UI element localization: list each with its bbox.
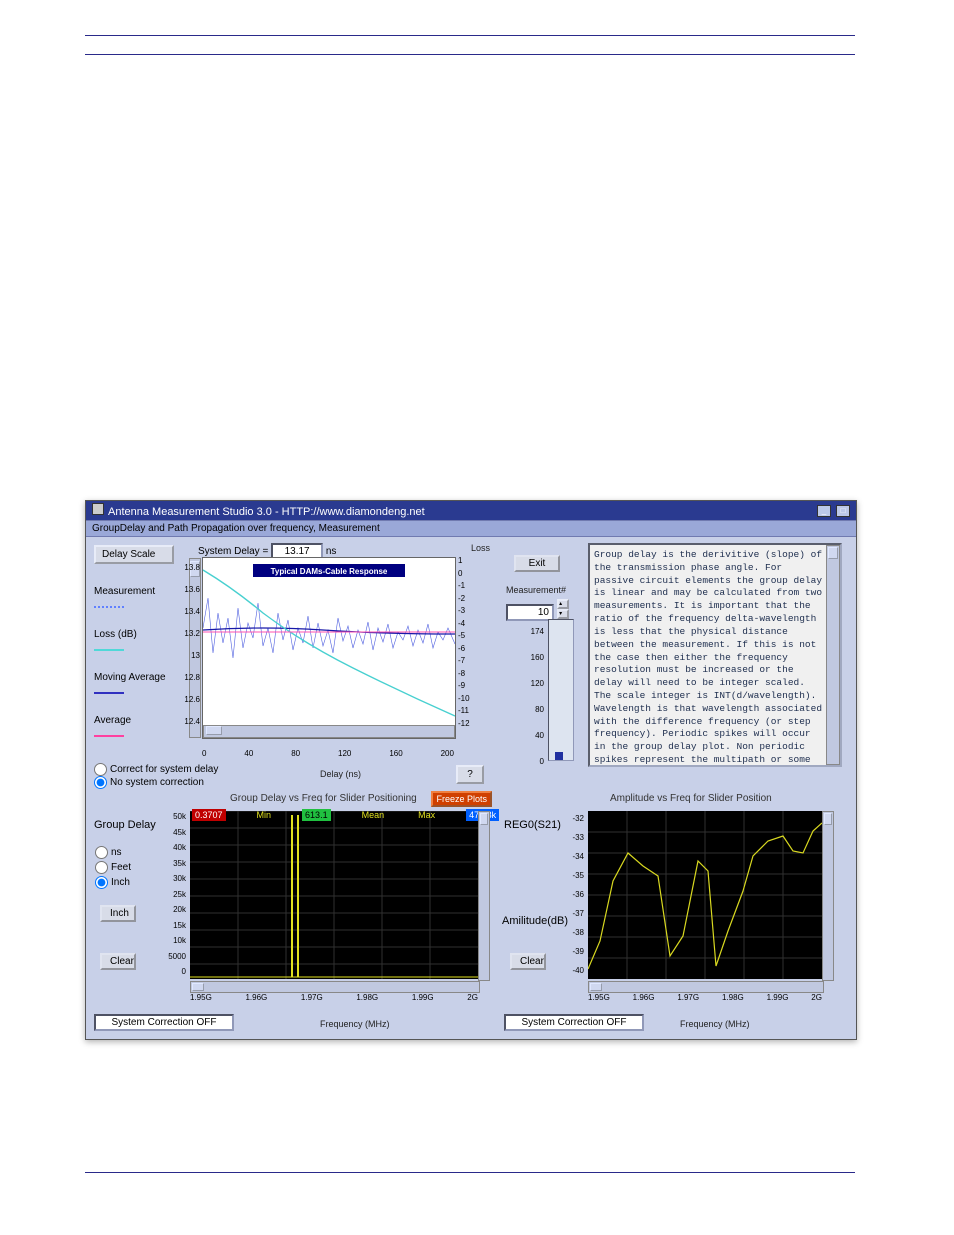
meas-up-button[interactable]: ▴ bbox=[557, 599, 569, 609]
exit-button[interactable]: Exit bbox=[514, 555, 560, 572]
meas-down-button[interactable]: ▾ bbox=[557, 609, 569, 619]
moving-avg-swatch bbox=[94, 692, 124, 694]
window-subtitle: GroupDelay and Path Propagation over fre… bbox=[86, 520, 856, 537]
info-textbox[interactable]: Group delay is the derivitive (slope) of… bbox=[588, 543, 842, 767]
group-delay-chart: 0.3707 Min 613.1 Mean Max 47.08k bbox=[190, 811, 478, 979]
loss-db-label: Loss (dB) bbox=[94, 629, 174, 640]
left-y-ticks: 13.813.613.413.21312.812.612.4 bbox=[178, 557, 200, 733]
gd-vscroll[interactable] bbox=[478, 811, 490, 981]
gd-x-ticks: 1.95G1.96G1.97G1.98G1.99G2G bbox=[190, 993, 478, 1002]
top-x-ticks: 04080120160200 bbox=[202, 749, 454, 758]
freeze-plots-button[interactable]: Freeze Plots bbox=[431, 791, 492, 807]
loss-axis-label: Loss bbox=[471, 543, 490, 553]
unit-feet-radio[interactable] bbox=[95, 861, 108, 874]
minimize-button[interactable]: _ bbox=[817, 505, 831, 517]
unit-inch-radio[interactable] bbox=[95, 876, 108, 889]
delay-scale-button[interactable]: Delay Scale bbox=[94, 545, 174, 564]
measurement-label: Measurement bbox=[94, 586, 174, 597]
amp-vscroll[interactable] bbox=[822, 811, 834, 981]
maximize-button[interactable]: □ bbox=[836, 505, 850, 517]
right-y-ticks: 10-1-2-3-4-5-6-7-8-9-10-11-12 bbox=[458, 555, 470, 730]
reg-label: REG0(S21) bbox=[504, 819, 561, 831]
min-value: 0.3707 bbox=[192, 809, 226, 821]
svg-text:Typical DAMs-Cable Response: Typical DAMs-Cable Response bbox=[271, 567, 388, 576]
gd-xlabel: Frequency (MHz) bbox=[320, 1019, 390, 1029]
app-icon bbox=[92, 503, 104, 515]
amp-chart-title: Amplitude vs Freq for Slider Position bbox=[610, 793, 772, 804]
mean-value: 613.1 bbox=[302, 809, 331, 821]
group-delay-label: Group Delay bbox=[94, 819, 156, 831]
correct-delay-radio[interactable] bbox=[94, 763, 107, 776]
amp-xlabel: Frequency (MHz) bbox=[680, 1019, 750, 1029]
status-right: System Correction OFF bbox=[504, 1014, 644, 1031]
measurement-num-label: Measurement# bbox=[506, 585, 566, 595]
gd-hscroll[interactable] bbox=[190, 981, 480, 993]
delay-xlabel: Delay (ns) bbox=[320, 769, 361, 779]
unit-ns-radio[interactable] bbox=[95, 846, 108, 859]
system-delay-unit: ns bbox=[326, 546, 337, 557]
amp-x-ticks: 1.95G1.96G1.97G1.98G1.99G2G bbox=[588, 993, 822, 1002]
amplitude-label: Amilitude(dB) bbox=[502, 915, 568, 927]
average-label: Average bbox=[94, 715, 174, 726]
system-delay-chart: Typical DAMs-Cable Response bbox=[202, 557, 456, 739]
group-delay-chart-title: Group Delay vs Freq for Slider Positioni… bbox=[230, 793, 417, 804]
measurement-swatch bbox=[94, 606, 124, 608]
amplitude-chart bbox=[588, 811, 822, 979]
loss-swatch bbox=[94, 649, 124, 651]
thermo-ticks: 17416012080400 bbox=[524, 619, 544, 775]
gd-y-ticks: 50k45k40k35k30k25k20k15k10k50000 bbox=[162, 809, 186, 980]
mean-label: Mean bbox=[359, 809, 388, 821]
system-delay-label: System Delay = bbox=[198, 546, 268, 557]
moving-avg-label: Moving Average bbox=[94, 672, 174, 683]
max-label: Max bbox=[415, 809, 438, 821]
status-left: System Correction OFF bbox=[94, 1014, 234, 1031]
clear-button-right[interactable]: Clear bbox=[510, 953, 546, 970]
amp-hscroll[interactable] bbox=[588, 981, 824, 993]
no-correction-radio[interactable] bbox=[94, 776, 107, 789]
average-swatch bbox=[94, 735, 124, 737]
amp-y-ticks: -32-33-34-35-36-37-38-39-40 bbox=[564, 809, 584, 980]
clear-button-left[interactable]: Clear bbox=[100, 953, 136, 970]
inch-button[interactable]: Inch bbox=[100, 905, 136, 922]
min-label: Min bbox=[254, 809, 275, 821]
window-title: Antenna Measurement Studio 3.0 - HTTP://… bbox=[108, 506, 425, 518]
measurement-gauge bbox=[548, 619, 574, 761]
help-button[interactable]: ? bbox=[456, 765, 484, 784]
